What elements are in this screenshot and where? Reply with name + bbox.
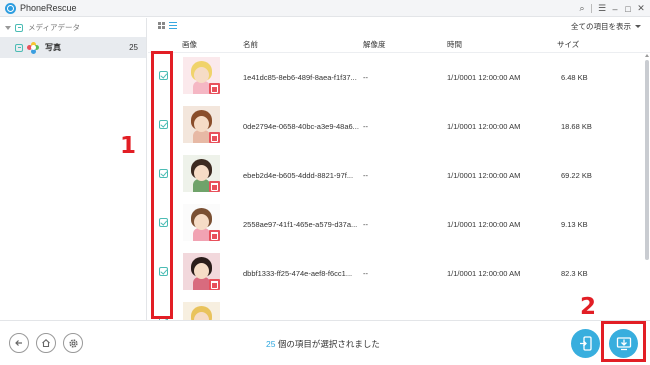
view-toolbar: 全ての項目を表示: [148, 18, 650, 34]
delete-icon[interactable]: [209, 83, 220, 94]
file-size: 69.22 KB: [561, 171, 592, 180]
collapse-triangle-icon[interactable]: [5, 25, 11, 30]
window-controls: ⌕ ☰ – □ ✕: [575, 1, 647, 16]
file-size: 18.68 KB: [561, 122, 592, 131]
annotation-label-2: 2: [580, 294, 597, 320]
file-name: 2558ae97-41f1-465e-a579-d37a...: [243, 220, 358, 229]
bottom-bar: 25 個の項目が選択されました: [0, 320, 650, 365]
time: 1/1/0001 12:00:00 AM: [447, 73, 521, 82]
selection-status: 25 個の項目が選択されました: [266, 338, 380, 350]
recover-to-device-button[interactable]: [571, 329, 600, 358]
file-name: 1e41dc85-8eb6-489f-8aea-f1f37...: [243, 73, 357, 82]
back-button[interactable]: [9, 333, 29, 353]
column-header-name[interactable]: 名前: [243, 39, 258, 50]
resolution: --: [363, 269, 368, 278]
media-data-header[interactable]: メディアデータ: [0, 18, 146, 37]
file-name: dbbf1333-ff25-474e-aef8-f6cc1...: [243, 269, 353, 278]
photo-thumbnail[interactable]: [183, 204, 220, 241]
column-header-image[interactable]: 画像: [182, 39, 197, 50]
column-header-resolution[interactable]: 解像度: [363, 39, 386, 50]
app-title: PhoneRescue: [20, 3, 77, 13]
scroll-up-icon[interactable]: [645, 54, 649, 57]
minimize-button[interactable]: –: [609, 2, 621, 15]
table-row[interactable]: 2558ae97-41f1-465e-a579-d37a... -- 1/1/0…: [148, 201, 643, 250]
file-name: ebeb2d4e-b605-4ddd-8821-97f...: [243, 171, 354, 180]
filter-dropdown[interactable]: 全ての項目を表示: [571, 21, 641, 32]
resolution: --: [363, 171, 368, 180]
sidebar-item-label: 写真: [45, 43, 61, 52]
time: 1/1/0001 12:00:00 AM: [447, 269, 521, 278]
checkbox-highlight-box: [151, 51, 173, 319]
photo-thumbnail[interactable]: [183, 155, 220, 192]
column-header-size[interactable]: サイズ: [557, 39, 579, 50]
list-view-icon[interactable]: [169, 22, 177, 29]
search-icon[interactable]: ⌕: [576, 2, 588, 15]
vertical-scrollbar[interactable]: [644, 54, 650, 320]
menu-icon[interactable]: ☰: [596, 2, 608, 15]
table-row[interactable]: dbbf1333-ff25-474e-aef8-f6cc1... -- 1/1/…: [148, 250, 643, 299]
phone-export-icon: [579, 335, 592, 351]
table-row[interactable]: 0de2794e-0658-40bc-a3e9-48a6... -- 1/1/0…: [148, 103, 643, 152]
photo-thumbnail[interactable]: [183, 253, 220, 290]
photo-thumbnail[interactable]: [183, 57, 220, 94]
home-button[interactable]: [36, 333, 56, 353]
table-row[interactable]: 1e41dc85-8eb6-489f-8aea-f1f37... -- 1/1/…: [148, 54, 643, 103]
gear-icon: [68, 338, 78, 348]
title-bar: PhoneRescue ⌕ ☰ – □ ✕: [0, 0, 650, 17]
table-row[interactable]: [148, 299, 643, 320]
annotation-label-1: 1: [120, 133, 137, 159]
selected-status-text: 個の項目が選択されました: [275, 339, 380, 349]
time: 1/1/0001 12:00:00 AM: [447, 171, 521, 180]
delete-icon[interactable]: [209, 181, 220, 192]
resolution: --: [363, 220, 368, 229]
time: 1/1/0001 12:00:00 AM: [447, 220, 521, 229]
arrow-left-icon: [15, 340, 22, 346]
home-icon: [42, 339, 50, 348]
sidebar: メディアデータ 写真 25: [0, 18, 147, 320]
file-name: 0de2794e-0658-40bc-a3e9-48a6...: [243, 122, 359, 131]
app-logo-icon: [5, 2, 16, 14]
photo-thumbnail[interactable]: [183, 106, 220, 143]
file-size: 82.3 KB: [561, 269, 588, 278]
time: 1/1/0001 12:00:00 AM: [447, 122, 521, 131]
chevron-down-icon: [635, 25, 641, 28]
filter-label: 全ての項目を表示: [571, 22, 631, 31]
export-highlight-box: [601, 321, 646, 362]
photo-list: 1e41dc85-8eb6-489f-8aea-f1f37... -- 1/1/…: [148, 54, 643, 320]
table-header: 画像 名前 解像度 時間 サイズ: [148, 34, 650, 53]
sidebar-item-count: 25: [129, 43, 138, 52]
delete-icon[interactable]: [209, 230, 220, 241]
settings-button[interactable]: [63, 333, 83, 353]
media-data-label: メディアデータ: [28, 23, 80, 32]
resolution: --: [363, 73, 368, 82]
file-size: 6.48 KB: [561, 73, 588, 82]
column-header-time[interactable]: 時間: [447, 39, 462, 50]
file-size: 9.13 KB: [561, 220, 588, 229]
main-content: 全ての項目を表示 画像 名前 解像度 時間 サイズ 1e41dc85-8eb6-…: [148, 18, 650, 320]
category-checkbox[interactable]: [15, 23, 23, 32]
maximize-button[interactable]: □: [622, 2, 634, 15]
delete-icon[interactable]: [209, 132, 220, 143]
sidebar-item-photos[interactable]: 写真 25: [0, 37, 146, 58]
delete-icon[interactable]: [209, 279, 220, 290]
photos-checkbox[interactable]: [15, 43, 23, 52]
grid-view-icon[interactable]: [158, 22, 165, 29]
resolution: --: [363, 122, 368, 131]
divider: [591, 4, 592, 13]
scroll-thumb[interactable]: [645, 60, 649, 260]
photo-thumbnail[interactable]: [183, 302, 220, 320]
table-row[interactable]: ebeb2d4e-b605-4ddd-8821-97f... -- 1/1/00…: [148, 152, 643, 201]
close-button[interactable]: ✕: [635, 2, 647, 15]
photos-flower-icon: [27, 41, 39, 54]
